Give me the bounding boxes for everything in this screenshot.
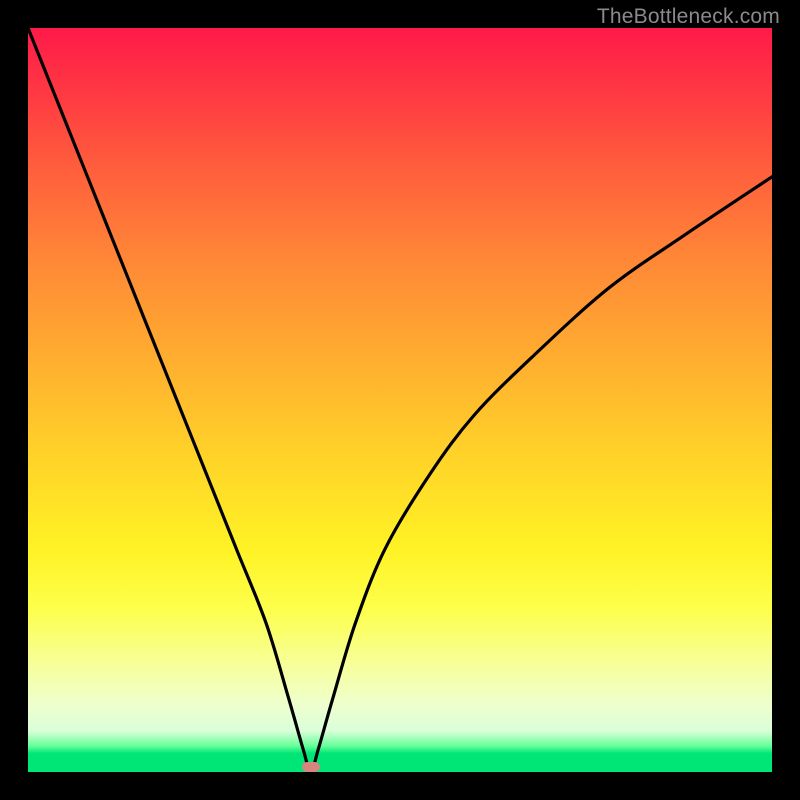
bottleneck-curve bbox=[28, 28, 772, 772]
plot-area bbox=[28, 28, 772, 772]
optimal-marker bbox=[302, 762, 320, 772]
chart-frame: TheBottleneck.com bbox=[0, 0, 800, 800]
watermark-text: TheBottleneck.com bbox=[597, 5, 780, 29]
